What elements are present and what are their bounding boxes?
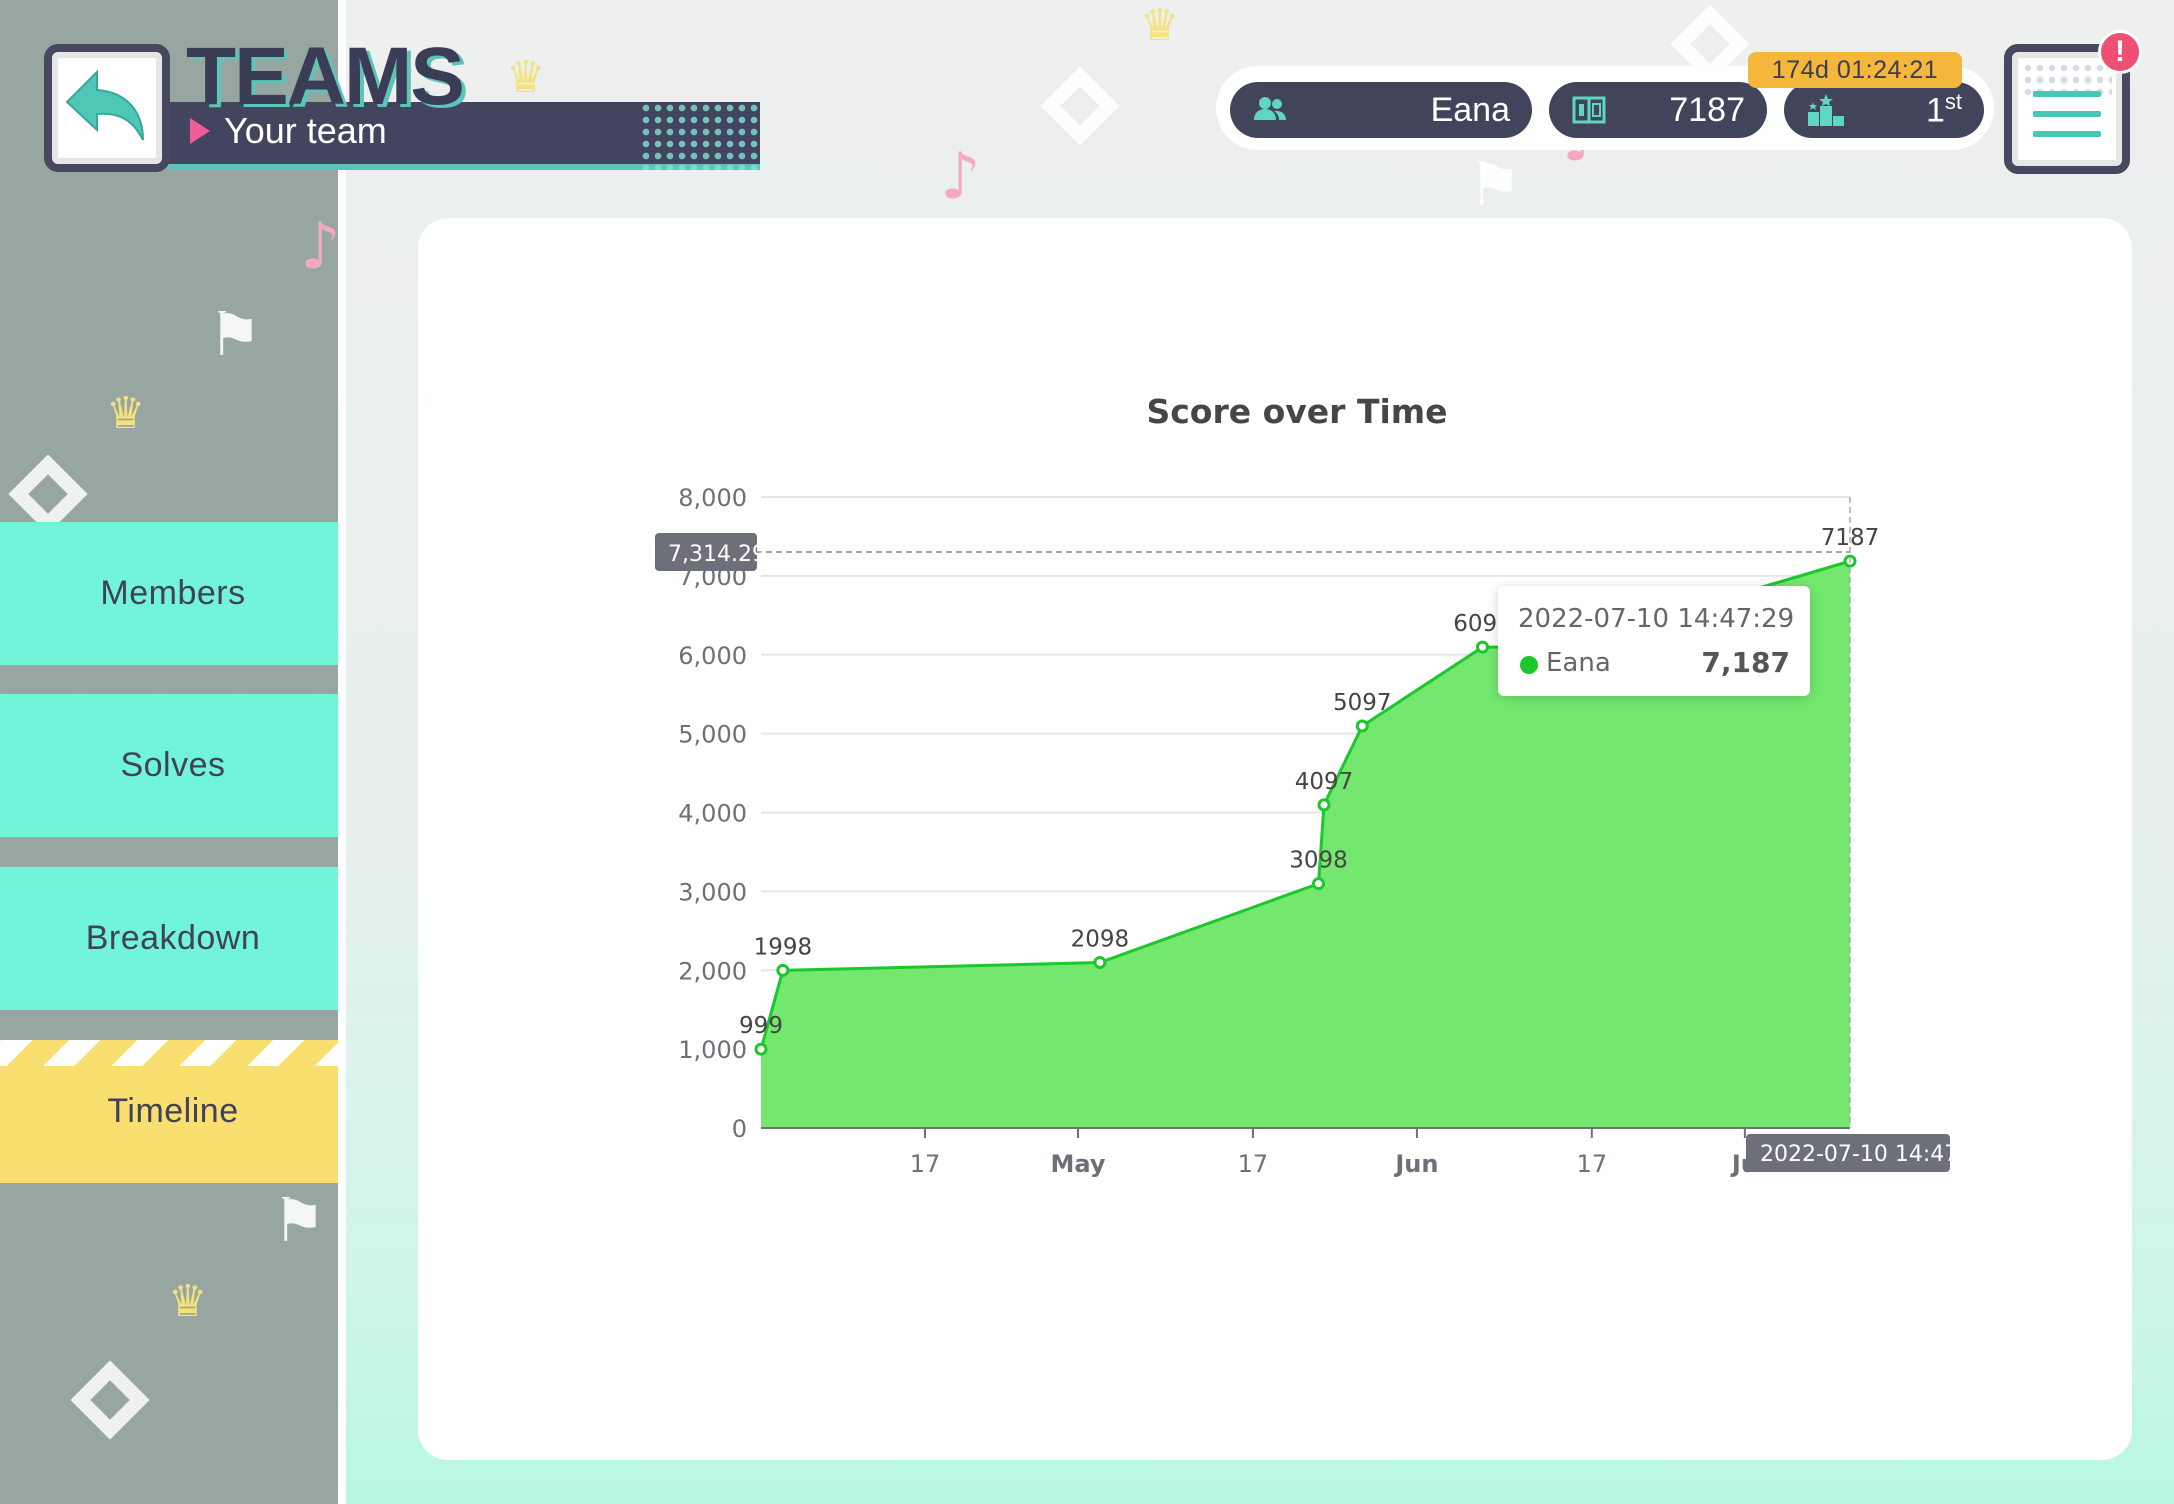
crosshair-x-label: 2022-07-10 14:47: [1760, 1142, 1958, 1167]
data-point: [1476, 640, 1490, 654]
data-point: [1093, 956, 1107, 970]
data-label: 5097: [1333, 690, 1392, 716]
page-subtitle-text: Your team: [224, 110, 387, 151]
x-tick-label: Jun: [1393, 1150, 1438, 1178]
crosshair-y-label: 7,314.29: [668, 542, 766, 567]
series-dot-icon: [1520, 656, 1538, 674]
tooltip-date: 2022-07-10 14:47:29: [1518, 604, 1795, 634]
back-button[interactable]: [44, 44, 170, 172]
y-tick-label: 0: [732, 1115, 747, 1143]
chart-tooltip: 2022-07-10 14:47:29 Eana 7,187: [1498, 586, 1810, 696]
data-label: 3098: [1289, 848, 1348, 874]
data-point: [1317, 798, 1331, 812]
data-label: 999: [739, 1013, 783, 1039]
y-tick-label: 1,000: [678, 1036, 747, 1064]
data-point: [1312, 877, 1326, 891]
data-point: [776, 963, 790, 977]
data-point: [754, 1042, 768, 1056]
play-arrow-icon: [190, 118, 210, 144]
x-tick-label: 17: [910, 1150, 941, 1178]
tooltip-series-name: Eana: [1546, 648, 1611, 678]
x-tick-label: May: [1051, 1150, 1106, 1178]
score-chart[interactable]: 01,0002,0003,0004,0005,0006,0007,0008,00…: [0, 0, 2174, 1504]
dot-pattern: [640, 102, 760, 170]
x-tick-label: 17: [1577, 1150, 1608, 1178]
data-point: [1355, 719, 1369, 733]
y-tick-label: 8,000: [678, 484, 747, 512]
page-subtitle: Your team: [190, 110, 387, 152]
x-tick-label: 17: [1238, 1150, 1269, 1178]
y-tick-label: 4,000: [678, 800, 747, 828]
y-tick-label: 3,000: [678, 878, 747, 906]
y-tick-label: 5,000: [678, 721, 747, 749]
back-arrow-icon: [65, 69, 144, 141]
y-tick-label: 2,000: [678, 957, 747, 985]
data-label: 2098: [1071, 927, 1130, 953]
tooltip-value: 7,187: [1701, 646, 1790, 679]
y-tick-label: 6,000: [678, 642, 747, 670]
data-label: 1998: [754, 934, 813, 960]
data-label: 4097: [1295, 769, 1354, 795]
